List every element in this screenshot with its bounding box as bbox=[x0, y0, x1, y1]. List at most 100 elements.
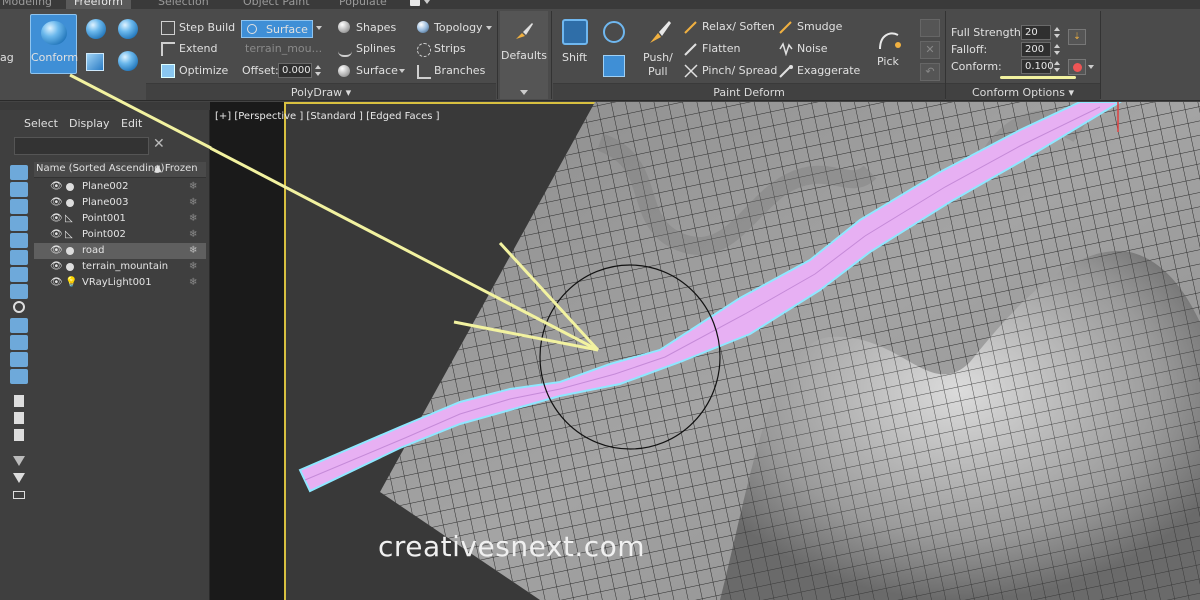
tab-selection[interactable]: Selection bbox=[158, 0, 209, 9]
visibility-eye-icon[interactable]: 👁 bbox=[50, 211, 63, 227]
geometry-filter-icon[interactable] bbox=[10, 182, 28, 197]
explorer-search-input[interactable] bbox=[14, 137, 149, 155]
conform-amount-input[interactable]: 0.100 bbox=[1021, 59, 1054, 74]
push-pull-label-1[interactable]: Push/ bbox=[643, 51, 673, 64]
menu-edit[interactable]: Edit bbox=[121, 117, 142, 130]
scale-brush-icon[interactable] bbox=[603, 55, 625, 77]
relax-soften-button[interactable]: Relax/ Soften bbox=[702, 20, 775, 33]
list-item[interactable]: 👁 ◺ Point001 ❄ bbox=[34, 211, 206, 227]
perspective-viewport[interactable]: [+] [Perspective ] [Standard ] [Edged Fa… bbox=[210, 102, 1200, 600]
visibility-eye-icon[interactable]: 👁 bbox=[50, 227, 63, 243]
topology-button[interactable]: Topology bbox=[434, 21, 483, 34]
freeze-snowflake-icon[interactable]: ❄ bbox=[189, 259, 197, 275]
branches-button[interactable]: Branches bbox=[434, 64, 485, 77]
cameras-filter-icon[interactable] bbox=[10, 233, 28, 248]
bones-filter-icon[interactable] bbox=[10, 318, 28, 333]
sphere-move-icon[interactable] bbox=[118, 19, 138, 39]
polydraw-panel-footer[interactable]: PolyDraw ▾ bbox=[146, 83, 496, 100]
tab-object-paint[interactable]: Object Paint bbox=[243, 0, 310, 9]
tab-freeform[interactable]: Freeform bbox=[66, 0, 131, 9]
surface-draw-button[interactable]: Surface bbox=[356, 64, 398, 77]
surface-draw-arrow-icon[interactable] bbox=[399, 69, 405, 73]
containers-filter-icon[interactable] bbox=[10, 335, 28, 350]
list-item[interactable]: 👁 ◺ Point002 ❄ bbox=[34, 227, 206, 243]
clear-search-icon[interactable]: ✕ bbox=[153, 136, 165, 152]
chevron-down-icon[interactable] bbox=[424, 0, 430, 4]
hidden-filter-icon[interactable] bbox=[10, 369, 28, 384]
offset-input[interactable]: 0.000 bbox=[278, 63, 312, 78]
tab-populate[interactable]: Populate bbox=[339, 0, 387, 9]
freeze-snowflake-icon[interactable]: ❄ bbox=[189, 195, 197, 211]
defaults-arrow-icon[interactable] bbox=[520, 90, 528, 95]
display-all-icon[interactable] bbox=[10, 165, 28, 180]
sphere-brush-icon[interactable] bbox=[86, 19, 106, 39]
tab-modeling[interactable]: Modeling bbox=[2, 0, 52, 9]
shift-icon[interactable] bbox=[562, 19, 588, 45]
strips-button[interactable]: Strips bbox=[434, 42, 466, 55]
rotate-brush-icon[interactable] bbox=[603, 21, 625, 43]
visibility-eye-icon[interactable]: 👁 bbox=[50, 243, 63, 259]
list-item-selected[interactable]: 👁 road ❄ bbox=[34, 243, 206, 259]
freeze-snowflake-icon[interactable]: ❄ bbox=[189, 243, 197, 259]
conform-amount-spinner[interactable] bbox=[1053, 59, 1060, 74]
pinch-spread-button[interactable]: Pinch/ Spread bbox=[702, 64, 777, 77]
palette-arrow-icon[interactable] bbox=[1088, 65, 1094, 69]
shapes-filter-icon[interactable] bbox=[10, 199, 28, 214]
lock-icon[interactable] bbox=[410, 0, 420, 6]
pick-button[interactable]: Pick bbox=[877, 55, 899, 68]
layer-icon[interactable] bbox=[10, 491, 28, 506]
spacewarps-filter-icon[interactable] bbox=[10, 267, 28, 282]
visibility-eye-icon[interactable]: 👁 bbox=[50, 275, 63, 291]
move-vertices-icon[interactable]: ⇣ bbox=[1068, 29, 1086, 45]
shapes-button[interactable]: Shapes bbox=[356, 21, 396, 34]
document-icon[interactable] bbox=[10, 429, 28, 444]
smudge-button[interactable]: Smudge bbox=[797, 20, 842, 33]
extend-button[interactable]: Extend bbox=[179, 42, 218, 55]
menu-select[interactable]: Select bbox=[24, 117, 58, 130]
freeze-snowflake-icon[interactable]: ❄ bbox=[189, 211, 197, 227]
freeze-snowflake-icon[interactable]: ❄ bbox=[189, 275, 197, 291]
shift-button[interactable]: Shift bbox=[562, 51, 587, 64]
exaggerate-button[interactable]: Exaggerate bbox=[797, 64, 860, 77]
groups-filter-icon[interactable] bbox=[10, 284, 28, 299]
conform-options-panel-footer[interactable]: Conform Options ▾ bbox=[946, 83, 1100, 100]
list-icon[interactable] bbox=[10, 395, 28, 410]
frozen-filter-icon[interactable] bbox=[10, 352, 28, 367]
step-build-button[interactable]: Step Build bbox=[179, 21, 235, 34]
surface-dropdown-arrow-icon[interactable] bbox=[316, 26, 322, 30]
freeze-snowflake-icon[interactable]: ❄ bbox=[189, 179, 197, 195]
conform-button[interactable]: Conform bbox=[30, 14, 78, 74]
column-frozen-header[interactable]: ▲ Frozen bbox=[154, 163, 198, 174]
visibility-eye-icon[interactable]: 👁 bbox=[50, 179, 63, 195]
visibility-eye-icon[interactable]: 👁 bbox=[50, 195, 63, 211]
menu-display[interactable]: Display bbox=[69, 117, 110, 130]
lights-filter-icon[interactable] bbox=[10, 216, 28, 231]
list-item[interactable]: 👁 terrain_mountain ❄ bbox=[34, 259, 206, 275]
page-icon[interactable] bbox=[10, 412, 28, 427]
list-item[interactable]: 👁 💡 VRayLight001 ❄ bbox=[34, 275, 206, 291]
optimize-button[interactable]: Optimize bbox=[179, 64, 228, 77]
palette-icon[interactable] bbox=[1068, 59, 1086, 75]
filter-funnel-off-icon[interactable] bbox=[10, 456, 28, 471]
offset-spinner[interactable] bbox=[314, 63, 321, 78]
full-strength-spinner[interactable] bbox=[1053, 25, 1060, 40]
xref-filter-icon[interactable] bbox=[10, 301, 28, 316]
defaults-button[interactable]: Defaults bbox=[500, 11, 548, 99]
full-strength-input[interactable]: 20 bbox=[1021, 25, 1051, 40]
falloff-input[interactable]: 200 bbox=[1021, 42, 1051, 57]
surface-pick-button[interactable]: Surface bbox=[241, 20, 313, 38]
noise-button[interactable]: Noise bbox=[797, 42, 828, 55]
visibility-eye-icon[interactable]: 👁 bbox=[50, 259, 63, 275]
topology-arrow-icon[interactable] bbox=[486, 26, 492, 30]
list-item[interactable]: 👁 Plane003 ❄ bbox=[34, 195, 206, 211]
sphere-relax-icon[interactable] bbox=[118, 51, 138, 71]
splines-button[interactable]: Splines bbox=[356, 42, 396, 55]
pick-icon[interactable] bbox=[876, 27, 902, 53]
freeze-snowflake-icon[interactable]: ❄ bbox=[189, 227, 197, 243]
list-item[interactable]: 👁 Plane002 ❄ bbox=[34, 179, 206, 195]
push-pull-label-2[interactable]: Pull bbox=[648, 65, 668, 78]
cube-conform-icon[interactable] bbox=[86, 53, 104, 71]
column-name-header[interactable]: Name (Sorted Ascending) bbox=[36, 163, 165, 174]
helpers-filter-icon[interactable] bbox=[10, 250, 28, 265]
falloff-spinner[interactable] bbox=[1053, 42, 1060, 57]
